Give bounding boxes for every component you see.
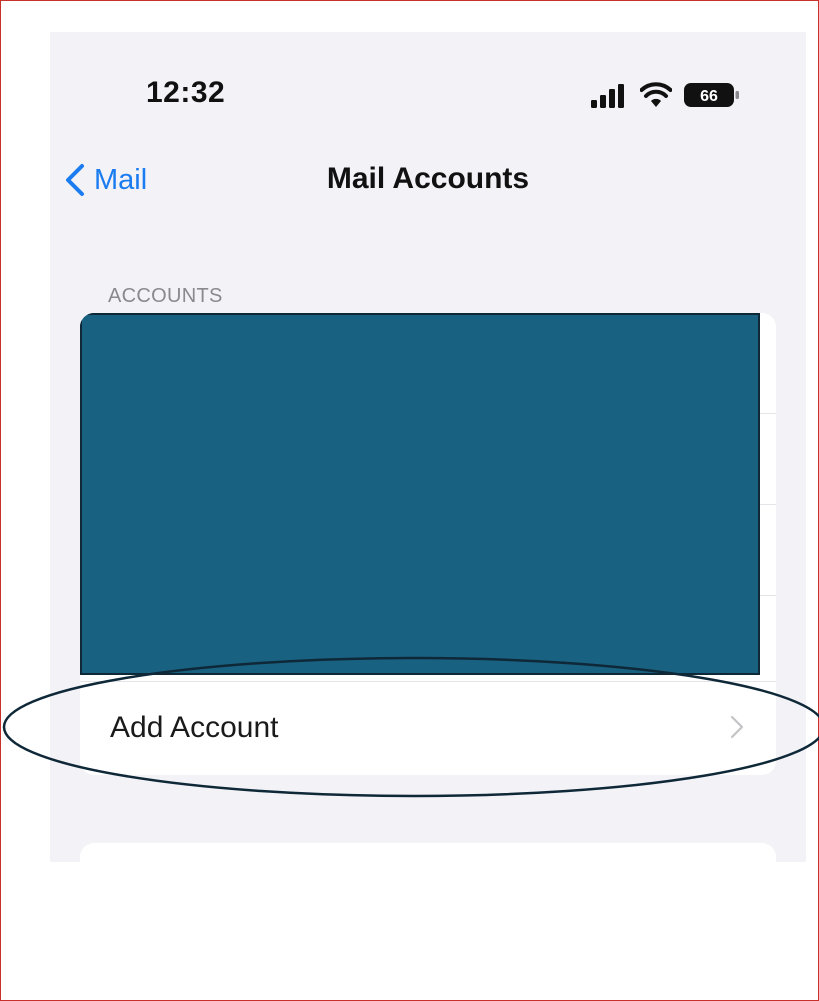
row-divider (80, 681, 776, 682)
settings-group (80, 843, 776, 862)
accounts-list: Add Account (80, 313, 776, 775)
wifi-icon (640, 82, 672, 107)
battery-icon: 66 (684, 83, 739, 107)
add-account-label: Add Account (110, 711, 279, 744)
cellular-signal-icon (591, 84, 624, 108)
redacted-accounts-block (80, 313, 760, 675)
chevron-left-icon (66, 164, 84, 196)
back-button-label: Mail (94, 163, 148, 196)
accounts-section-header: ACCOUNTS (108, 285, 223, 307)
add-account-row[interactable]: Add Account (80, 681, 776, 775)
phone-screen: 12:32 66 Mail Accounts Mail ACCOUNTS Add… (50, 32, 806, 862)
status-bar: 12:32 66 (50, 32, 806, 152)
status-time: 12:32 (146, 76, 226, 109)
page-title: Mail Accounts (326, 162, 530, 195)
navigation-bar: Mail Accounts Mail (50, 152, 806, 208)
back-button[interactable]: Mail (62, 162, 147, 198)
chevron-right-icon (730, 715, 744, 739)
battery-level: 66 (700, 88, 718, 105)
